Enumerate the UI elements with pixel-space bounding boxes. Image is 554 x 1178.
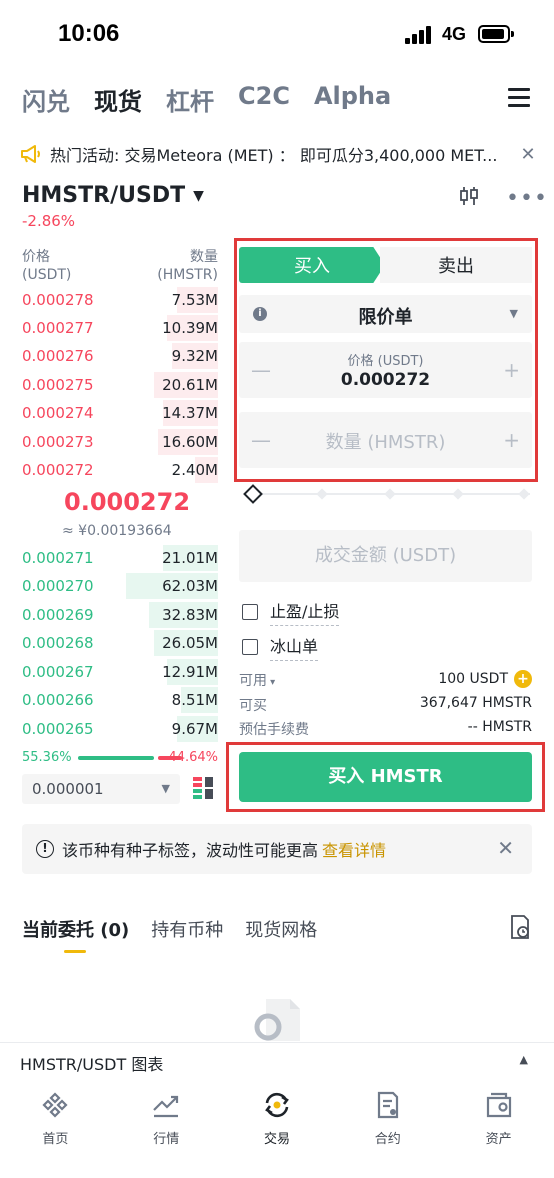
buy-ratio-bar: [78, 756, 154, 760]
network-type: 4G: [442, 24, 467, 44]
bid-row[interactable]: 0.000265 9.67M: [22, 715, 218, 743]
ask-row[interactable]: 0.000277 10.39M: [22, 314, 218, 342]
tab-spot[interactable]: 现货: [94, 82, 142, 117]
available-balance[interactable]: 可用 100 USDT+: [239, 668, 532, 690]
caret-down-icon: ▼: [193, 187, 204, 204]
announcement-text: 热门活动: 交易Meteora (MET) ： 即可瓜分3,400,000 ME…: [50, 146, 498, 165]
price-header: 价格 (USDT): [22, 249, 72, 283]
close-icon[interactable]: ✕: [497, 836, 514, 860]
more-icon[interactable]: •••: [506, 186, 548, 211]
signal-icon: [405, 26, 435, 44]
order-history-icon[interactable]: [508, 914, 532, 940]
markets-icon: [153, 1095, 179, 1118]
active-tab-indicator: [64, 950, 86, 953]
iceberg-checkbox[interactable]: 冰山单: [242, 633, 319, 661]
trade-type-tabs: 闪兑 现货 杠杆 C2C Alpha: [22, 82, 415, 117]
caret-down-icon: ▼: [161, 782, 170, 795]
bottom-nav: 首页 行情 交易 合约 资产: [0, 1080, 554, 1178]
add-funds-icon[interactable]: +: [514, 670, 532, 688]
ask-row[interactable]: 0.000276 9.32M: [22, 342, 218, 370]
trade-icon: [265, 1092, 289, 1118]
max-buy: 可买 367,647 HMSTR: [239, 695, 532, 714]
candlestick-icon[interactable]: [458, 185, 480, 207]
ask-row[interactable]: 0.000273 16.60M: [22, 428, 218, 456]
tab-c2c[interactable]: C2C: [238, 82, 290, 117]
bid-row[interactable]: 0.000271 21.01M: [22, 544, 218, 572]
precision-select[interactable]: 0.000001 ▼: [22, 774, 180, 804]
tpsl-checkbox[interactable]: 止盈/止损: [242, 598, 340, 626]
nav-trade[interactable]: 交易: [222, 1080, 333, 1178]
home-icon: [42, 1092, 68, 1118]
close-icon[interactable]: ✕: [520, 144, 536, 165]
nav-markets[interactable]: 行情: [111, 1080, 222, 1178]
bid-row[interactable]: 0.000269 32.83M: [22, 601, 218, 629]
nav-home[interactable]: 首页: [0, 1080, 111, 1178]
bid-row[interactable]: 0.000270 62.03M: [22, 572, 218, 600]
buy-ratio: 55.36%: [22, 750, 72, 765]
tab-convert[interactable]: 闪兑: [22, 82, 70, 117]
futures-icon: [377, 1091, 398, 1119]
bid-row[interactable]: 0.000268 26.05M: [22, 629, 218, 657]
ask-row[interactable]: 0.000274 14.37M: [22, 399, 218, 427]
bid-row[interactable]: 0.000267 12.91M: [22, 658, 218, 686]
battery-icon: [478, 25, 514, 43]
price-change: -2.86%: [22, 212, 76, 230]
amount-slider[interactable]: [243, 484, 530, 504]
buy-sell-ratio: 55.36% 44.64%: [22, 750, 218, 766]
highlight-box: [234, 238, 538, 482]
tab-alpha[interactable]: Alpha: [314, 82, 391, 117]
total-input[interactable]: 成交金额 (USDT): [239, 530, 532, 582]
pair-selector[interactable]: HMSTR/USDT ▼: [22, 183, 204, 208]
orders-tabs: 当前委托 (0) 持有币种 现货网格: [22, 916, 339, 942]
pair-symbol: HMSTR/USDT: [22, 183, 186, 208]
tab-spot-grid[interactable]: 现货网格: [245, 916, 317, 942]
risk-warning: ! 该币种有种子标签，波动性可能更高 查看详情 ✕: [22, 824, 532, 874]
status-time: 10:06: [58, 20, 120, 47]
ask-row[interactable]: 0.000275 20.61M: [22, 371, 218, 399]
qty-header: 数量 (HMSTR): [157, 249, 218, 283]
tab-open-orders[interactable]: 当前委托 (0): [22, 916, 129, 942]
nav-futures[interactable]: 合约: [332, 1080, 443, 1178]
last-price[interactable]: 0.000272: [64, 488, 190, 516]
announcement-bar[interactable]: 热门活动: 交易Meteora (MET) ： 即可瓜分3,400,000 ME…: [20, 140, 536, 168]
estimated-fee: 预估手续费 -- HMSTR: [239, 719, 532, 738]
nav-assets[interactable]: 资产: [443, 1080, 554, 1178]
tab-margin[interactable]: 杠杆: [166, 82, 214, 117]
last-price-cny: ≈ ¥0.00193664: [62, 523, 172, 539]
megaphone-icon: [21, 145, 40, 163]
tab-holdings[interactable]: 持有币种: [151, 916, 223, 942]
wallet-icon: [486, 1092, 511, 1118]
bid-row[interactable]: 0.000266 8.51M: [22, 686, 218, 714]
ask-row[interactable]: 0.000272 2.40M: [22, 456, 218, 484]
empty-state-icon: [254, 999, 300, 1041]
menu-icon[interactable]: [508, 88, 530, 107]
details-link[interactable]: 查看详情: [322, 837, 386, 861]
alert-icon: !: [36, 840, 54, 858]
sell-ratio: 44.64%: [168, 750, 218, 765]
ask-row[interactable]: 0.000278 7.53M: [22, 286, 218, 314]
chart-drawer[interactable]: HMSTR/USDT 图表 ▲: [0, 1042, 554, 1078]
chevron-up-icon[interactable]: ▲: [520, 1053, 528, 1066]
slider-handle[interactable]: [243, 484, 263, 504]
highlight-box: [226, 742, 545, 812]
book-layout-icon[interactable]: [192, 776, 214, 800]
